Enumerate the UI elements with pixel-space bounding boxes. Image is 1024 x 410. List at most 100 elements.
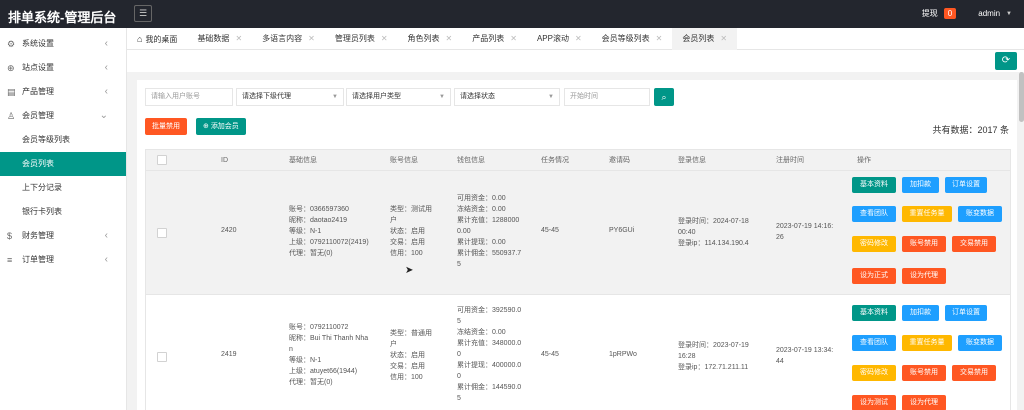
close-icon[interactable]: ✕ [575,34,582,43]
change-password-button[interactable]: 密码修改 [852,236,896,252]
close-icon[interactable]: ✕ [510,34,517,43]
sidebar-item-members[interactable]: ♙ 会员管理 ⌄ [0,104,126,128]
adjust-balance-button[interactable]: 加扣款 [902,177,939,193]
tab-member-levels[interactable]: 会员等级列表 ✕ [592,28,673,50]
profile-button[interactable]: 基本资料 [852,177,896,193]
close-icon[interactable]: ✕ [446,34,453,43]
view-team-button[interactable]: 查看团队 [852,206,896,222]
sidebar-sub-member-levels[interactable]: 会员等级列表 [0,128,126,152]
sidebar-item-products[interactable]: ▤ 产品管理 ‹ [0,80,126,104]
disable-trading-button[interactable]: 交易禁用 [952,236,996,252]
chevron-down-icon: ⌄ [99,110,108,121]
disable-account-button[interactable]: 账号禁用 [902,365,946,381]
sub-toolbar: ⟳ [127,50,1024,72]
change-password-button[interactable]: 密码修改 [852,365,896,381]
tab-basic-data[interactable]: 基础数据 ✕ [187,28,252,50]
tab-roles[interactable]: 角色列表 ✕ [398,28,463,50]
search-button[interactable]: ⌕ [654,88,674,106]
set-official-button[interactable]: 设为正式 [852,268,896,284]
sidebar-item-orders[interactable]: ≡ 订单管理 ‹ [0,248,126,272]
start-time-input[interactable]: 开始时间 [564,88,650,106]
info-line: 昵称：daotao2419 [289,217,347,224]
status-select[interactable]: 请选择状态 ▼ [454,88,560,106]
info-line: 状态：启用 [390,352,425,359]
gear-icon: ⚙ [7,39,16,49]
sidebar-item-finance[interactable]: $ 财务管理 ‹ [0,224,126,248]
disable-trading-button[interactable]: 交易禁用 [952,365,996,381]
set-agent-button[interactable]: 设为代理 [902,395,946,410]
home-icon: ⌂ [137,34,143,44]
column-header: 注册时间 [776,157,804,164]
sidebar-item-label: 财务管理 [22,231,54,240]
tab-products[interactable]: 产品列表 ✕ [462,28,527,50]
row-checkbox[interactable] [157,228,167,238]
sidebar-item-label: 系统设置 [22,39,54,48]
reset-tasks-button[interactable]: 重置任务量 [902,335,952,351]
row-checkbox[interactable] [157,352,167,362]
close-icon[interactable]: ✕ [235,34,242,43]
set-test-button[interactable]: 设为测试 [852,395,896,410]
agent-select[interactable]: 请选择下级代理 ▼ [236,88,344,106]
wallet-info: 可用资金：0.00 冻结资金：0.00 累计充值：1288000 0.00 累计… [457,193,521,270]
sidebar-sub-balance-records[interactable]: 上下分记录 [0,176,126,200]
sidebar-item-site[interactable]: ⊕ 站点设置 ‹ [0,56,126,80]
tab-admins[interactable]: 管理员列表 ✕ [325,28,398,50]
info-line: 2023-07-19 13:34: [776,347,834,354]
sidebar-sub-bank-cards[interactable]: 银行卡列表 [0,200,126,224]
info-line: 账号：0792110072 [289,324,349,331]
tab-label: 产品列表 [472,34,505,43]
order-settings-button[interactable]: 订单设置 [945,305,987,321]
withdraw-label[interactable]: 提现 [922,8,938,19]
tab-multilang[interactable]: 多语言内容 ✕ [252,28,325,50]
user-name[interactable]: admin [978,9,1000,18]
product-icon: ▤ [7,87,16,97]
tab-desktop[interactable]: ⌂ 我的桌面 [127,28,187,50]
disable-account-button[interactable]: 账号禁用 [902,236,946,252]
balance-changes-button[interactable]: 账变数据 [958,206,1002,222]
caret-down-icon: ▼ [548,94,554,100]
tab-member-list[interactable]: 会员列表 ✕ [672,28,738,50]
sidebar-sub-member-list[interactable]: 会员列表 [0,152,126,176]
button-label: 添加会员 [210,123,239,130]
close-icon[interactable]: ✕ [656,34,663,43]
user-icon: ♙ [7,111,16,121]
account-info: 类型：测试用 户 状态：启用 交易：启用 信用：100 [390,204,432,259]
info-line: 代理：暂无(0) [289,250,333,257]
account-search-input[interactable]: 请输入用户账号 [145,88,233,106]
user-type-select[interactable]: 请选择用户类型 ▼ [346,88,451,106]
adjust-balance-button[interactable]: 加扣款 [902,305,939,321]
table-row: 2420 账号：0366597360 昵称：daotao2419 等级：N-1 … [145,171,1011,295]
batch-disable-button[interactable]: 批量禁用 [145,118,187,135]
reset-tasks-button[interactable]: 重置任务量 [902,206,952,222]
info-line: 可用资金：0.00 [457,195,506,202]
tab-label: 管理员列表 [334,34,375,43]
info-line: 状态：启用 [390,228,425,235]
caret-down-icon[interactable]: ▼ [1006,11,1012,17]
tab-app-scroll[interactable]: APP滚动 ✕ [527,28,592,50]
info-line: 户 [390,217,397,224]
member-id: 2420 [221,227,237,234]
table-row: 2419 账号：0792110072 昵称：Bui Thi Thanh Nha … [145,295,1011,410]
select-all-checkbox[interactable] [157,155,167,165]
info-line: 0 [457,351,461,358]
member-list-panel: 请输入用户账号 请选择下级代理 ▼ 请选择用户类型 ▼ 请选择状态 ▼ 开始时间 ⌕ … [137,80,1017,410]
close-icon[interactable]: ✕ [308,34,315,43]
order-settings-button[interactable]: 订单设置 [945,177,987,193]
basic-info: 账号：0792110072 昵称：Bui Thi Thanh Nha n 等级：… [289,322,368,388]
tab-label: 会员列表 [682,34,715,43]
set-agent-button[interactable]: 设为代理 [902,268,946,284]
sidebar-item-label: 会员管理 [22,111,54,120]
sidebar-item-system[interactable]: ⚙ 系统设置 ‹ [0,32,126,56]
refresh-icon[interactable]: ⟳ [995,52,1017,70]
info-line: 可用资金：392590.0 [457,307,522,314]
close-icon[interactable]: ✕ [381,34,388,43]
view-team-button[interactable]: 查看团队 [852,335,896,351]
page-scrollbar[interactable] [1019,72,1024,122]
add-member-button[interactable]: ⊕ 添加会员 [196,118,246,135]
column-header: 操作 [857,157,871,164]
profile-button[interactable]: 基本资料 [852,305,896,321]
withdraw-badge[interactable]: 0 [943,8,957,19]
balance-changes-button[interactable]: 账变数据 [958,335,1002,351]
menu-toggle-icon[interactable]: ☰ [134,5,152,22]
close-icon[interactable]: ✕ [720,34,727,43]
